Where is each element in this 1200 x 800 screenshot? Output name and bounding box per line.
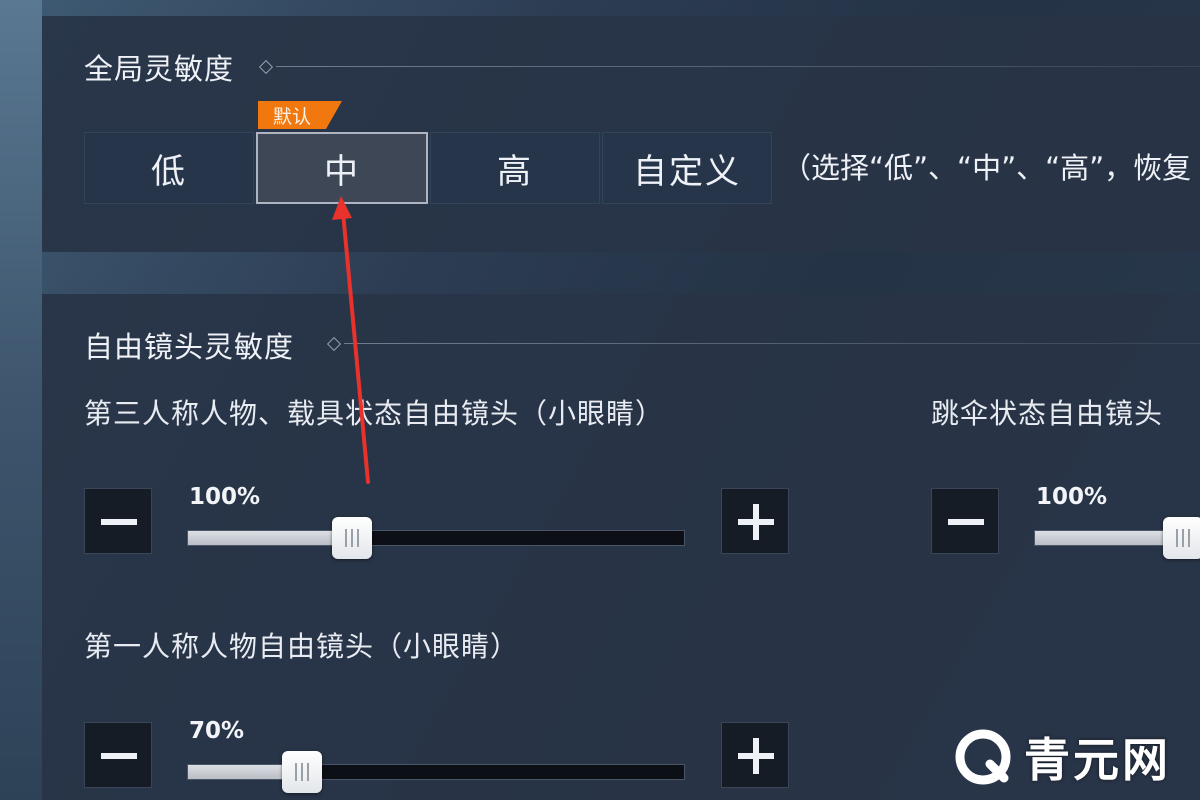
annotation-arrow — [332, 196, 370, 484]
watermark-text: 青元网 — [1024, 733, 1171, 787]
watermark: 青元网 — [952, 722, 1171, 792]
q-logo-icon — [955, 729, 1011, 785]
